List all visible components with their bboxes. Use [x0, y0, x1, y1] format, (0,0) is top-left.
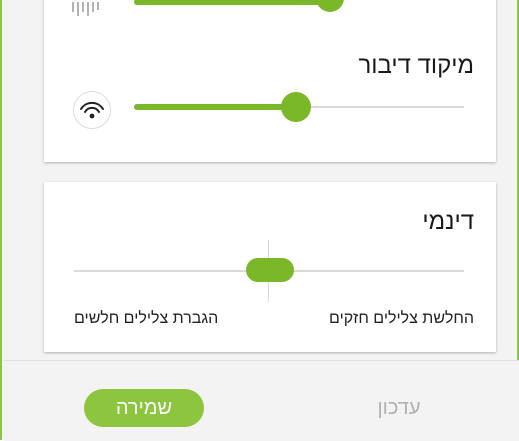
previous-slider-thumb[interactable] [316, 0, 344, 12]
speech-focus-fill [134, 104, 292, 110]
update-button[interactable]: עדכון [344, 389, 454, 427]
dynamic-title: דינמי [422, 208, 474, 235]
screen-frame: מיקוד דיבור דינמי החלשת צלילים חזקים הגב… [0, 0, 519, 441]
dynamic-label-boost-soft: הגברת צלילים חלשים [74, 310, 219, 327]
previous-level-icon [70, 0, 100, 26]
dynamic-label-reduce-loud: החלשת צלילים חזקים [329, 310, 474, 327]
dynamic-thumb[interactable] [246, 258, 294, 282]
previous-slider-fill [134, 0, 330, 5]
hearing-focus-icon [72, 90, 112, 130]
dynamic-card: דינמי החלשת צלילים חזקים הגברת צלילים חל… [44, 182, 496, 352]
footer-bar: שמירה עדכון [4, 360, 519, 441]
speech-focus-thumb[interactable] [281, 92, 311, 122]
speech-focus-card: מיקוד דיבור [44, 0, 496, 162]
speech-focus-title: מיקוד דיבור [358, 52, 474, 79]
save-button[interactable]: שמירה [84, 389, 204, 427]
